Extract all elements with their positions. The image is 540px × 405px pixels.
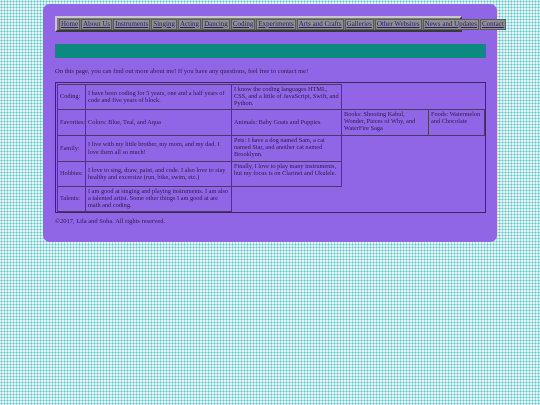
nav-arts-and-crafts[interactable]: Arts and Crafts xyxy=(296,18,344,30)
coding-years-cell: I have been coding for 5 years, one and … xyxy=(85,84,232,110)
nav-singing[interactable]: Singing xyxy=(151,18,177,30)
nav-experiments[interactable]: Experiments xyxy=(256,18,296,30)
nav-news-and-updates[interactable]: News and Updates xyxy=(422,18,480,30)
row-label-family: Family: xyxy=(57,135,86,162)
pets-cell: Pets: I have a dog named Sam, a cat name… xyxy=(231,135,342,162)
fav-animals-cell: Animals: Baby Goats and Puppies xyxy=(231,109,342,136)
family-cell: I live with my little brother, my mom, a… xyxy=(85,135,232,162)
nav-coding[interactable]: Coding xyxy=(230,18,256,30)
hobbies-cell: I love to sing, draw, paint, and code. I… xyxy=(85,161,232,187)
nav-dancing[interactable]: Dancing xyxy=(202,18,230,30)
nav-galleries[interactable]: Galleries xyxy=(344,18,374,30)
nav-other-websites[interactable]: Other Websites xyxy=(374,18,422,30)
nav-about-us[interactable]: About Us xyxy=(81,18,113,30)
instruments-cell: Finally, I love to play many instruments… xyxy=(231,161,342,187)
row-label-favorites: Favorites: xyxy=(57,109,86,136)
fav-foods-cell: Foods: Watermelon and Chocolate xyxy=(428,109,485,136)
intro-text: On this page, you can find out more abou… xyxy=(55,68,309,75)
info-table: Coding: I have been coding for 5 years, … xyxy=(55,82,486,213)
row-label-hobbies: Hobbies: xyxy=(57,161,86,187)
nav-instruments[interactable]: Instruments xyxy=(113,18,151,30)
nav-home[interactable]: Home xyxy=(59,18,81,30)
page-card: Home About Us Instruments Singing Acting… xyxy=(43,4,506,242)
row-label-talents: Talents: xyxy=(57,186,86,212)
fav-colors-cell: Colors: Blue, Teal, and Aqua xyxy=(85,109,232,136)
coding-languages-cell: I know the coding languages HTML, CSS, a… xyxy=(231,84,342,110)
fav-books-cell: Books: Shooting Kabul, Wonder, Pieces of… xyxy=(341,109,429,136)
row-label-coding: Coding: xyxy=(57,84,86,110)
nav-contact[interactable]: Contact xyxy=(480,18,506,30)
nav-acting[interactable]: Acting xyxy=(178,18,202,30)
nav-bar: Home About Us Instruments Singing Acting… xyxy=(55,16,506,32)
footer-copyright: ©2017, Lila and Soha. All rights reserve… xyxy=(55,218,166,225)
talents-cell: I am good at singing and playing instrum… xyxy=(85,186,232,212)
banner-strip xyxy=(55,44,486,58)
